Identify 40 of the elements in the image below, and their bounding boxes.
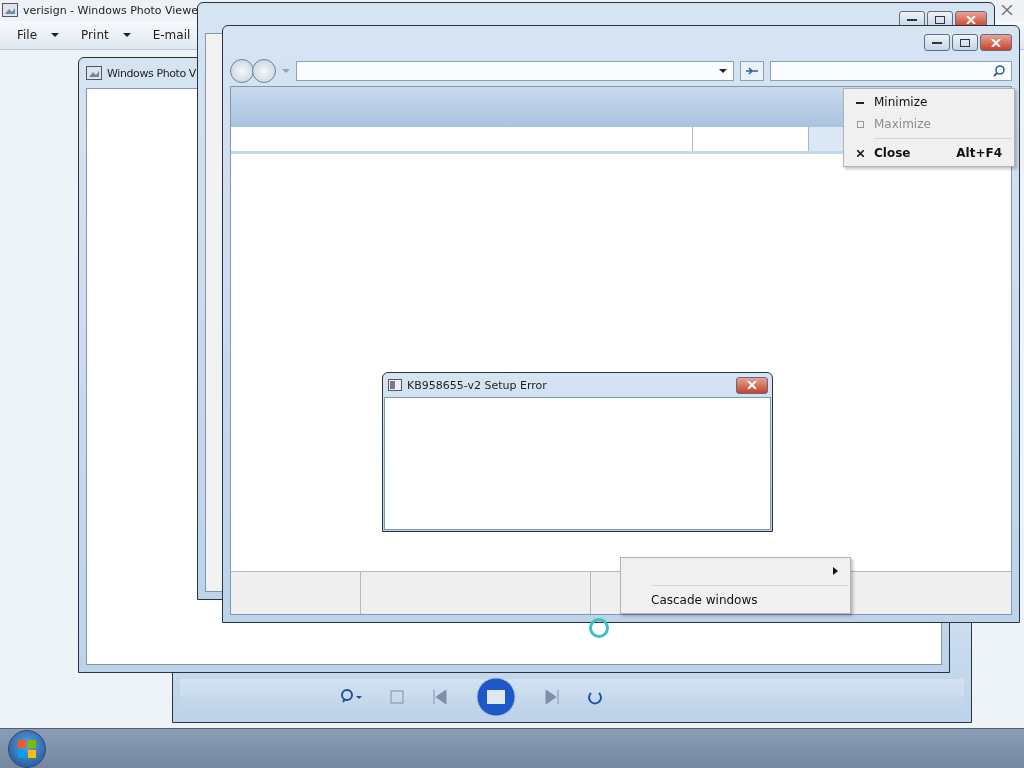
- menu-item[interactable]: Cascade windows: [623, 589, 848, 611]
- search-icon: [993, 65, 1005, 77]
- caret-icon: [122, 33, 131, 37]
- caret-icon: [719, 69, 727, 73]
- windows-logo-icon: [18, 739, 36, 758]
- slideshow-icon[interactable]: [476, 677, 516, 717]
- dialog-title: KB958655-v2 Setup Error: [407, 378, 547, 392]
- window-icon: [388, 379, 402, 391]
- caret-icon: [282, 69, 290, 73]
- back-button[interactable]: [230, 59, 254, 83]
- window-title: Windows Photo V: [107, 66, 196, 80]
- close-icon: [856, 149, 864, 157]
- window-title: verisign - Windows Photo Viewe: [23, 3, 198, 17]
- maximize-icon: [960, 38, 970, 47]
- busy-cursor-icon: [589, 618, 609, 638]
- address-field[interactable]: [296, 61, 734, 81]
- menu-item[interactable]: Print: [81, 28, 131, 42]
- maximize-button[interactable]: [952, 34, 978, 51]
- picture-icon: [2, 3, 18, 17]
- close-icon: [991, 38, 1001, 47]
- close-icon: [747, 381, 757, 389]
- minimize-icon: [856, 100, 864, 104]
- start-button[interactable]: [8, 729, 46, 768]
- menu-item[interactable]: E-mail: [152, 28, 191, 42]
- search-field[interactable]: [770, 61, 1012, 81]
- refresh-icon: [745, 65, 759, 77]
- caret-icon: [51, 33, 60, 37]
- minimize-button[interactable]: [924, 34, 950, 51]
- zoom-icon[interactable]: [340, 689, 362, 705]
- menu-item[interactable]: File: [17, 28, 60, 42]
- submenu-arrow-icon: [833, 567, 838, 575]
- picture-icon: [86, 66, 102, 80]
- maximize-icon: [856, 120, 864, 128]
- refresh-button[interactable]: [740, 61, 764, 81]
- menu-item[interactable]: Minimize: [846, 91, 1012, 113]
- close-icon: [1001, 5, 1013, 15]
- close-icon: [966, 15, 976, 24]
- forward-button[interactable]: [252, 59, 276, 83]
- rotate-icon[interactable]: [588, 689, 602, 705]
- menu-item[interactable]: Close Alt+F4: [846, 142, 1012, 164]
